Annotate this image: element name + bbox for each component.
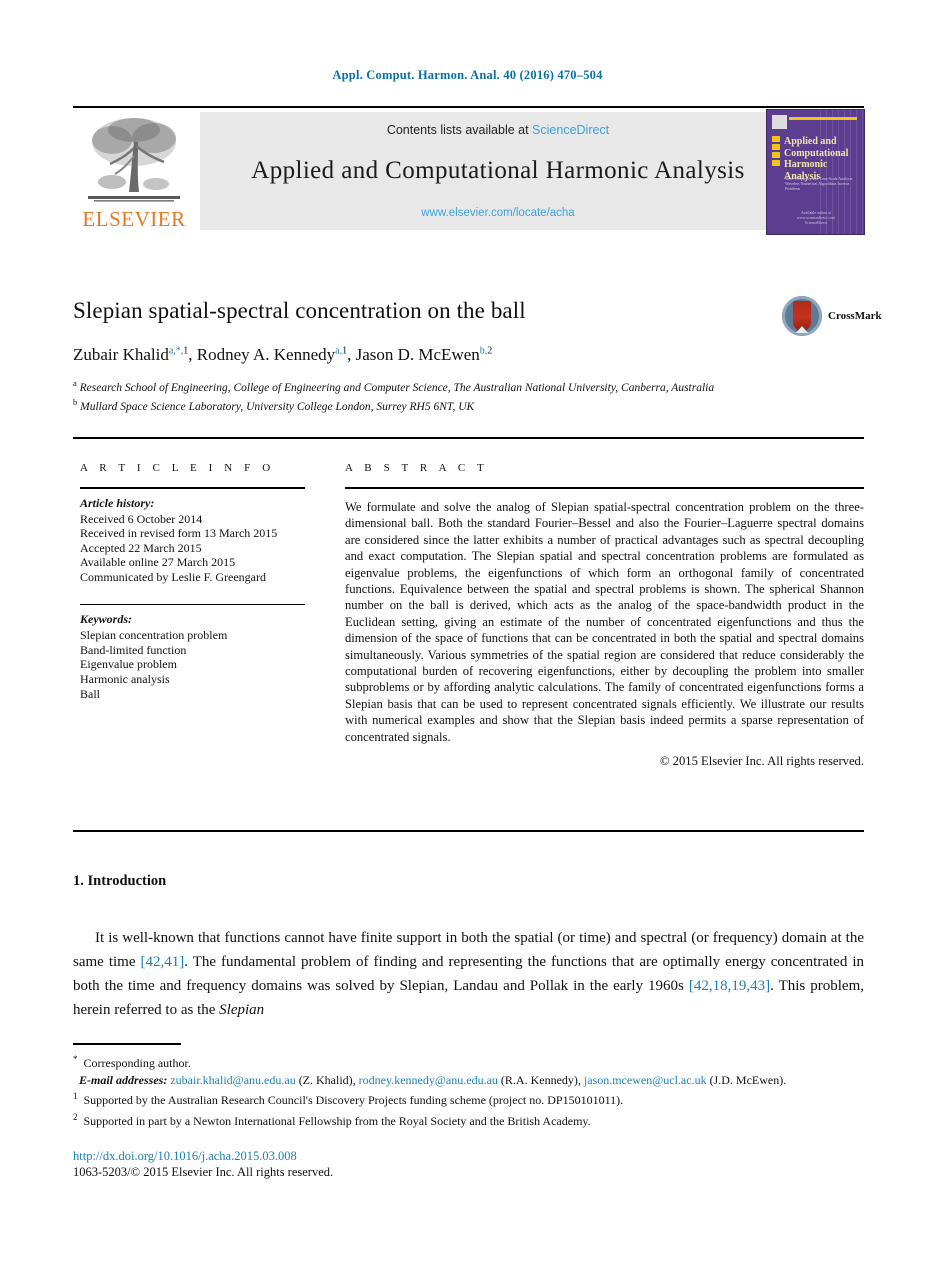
footnote-text: Supported by the Australian Research Cou… [83,1093,624,1108]
article-title-block: Slepian spatial-spectral concentration o… [73,297,864,415]
introduction-section: 1. Introduction It is well-known that fu… [73,873,864,1022]
masthead-top-rule [73,106,864,108]
history-item: Accepted 22 March 2015 [80,540,202,555]
elsevier-logo: ELSEVIER [78,110,190,234]
article-info-heading: A R T I C L E I N F O [80,462,275,474]
cover-side-blocks [772,136,780,176]
email-link[interactable]: jason.mcewen@ucl.ac.uk [584,1073,707,1087]
author-list: Zubair Khalida,*,1, Rodney A. Kennedya,1… [73,345,493,364]
article-info-column: A R T I C L E I N F O Article history: R… [80,462,305,701]
email-link[interactable]: zubair.khalid@anu.edu.au [170,1073,295,1087]
email-link[interactable]: rodney.kennedy@anu.edu.au [359,1073,498,1087]
history-item: Received in revised form 13 March 2015 [80,526,278,541]
footnote-mark: 1 [73,1091,78,1102]
keywords-block: Keywords: Slepian concentration problem … [80,603,305,702]
cover-elsevier-logo [772,115,787,129]
email-addresses-label: E-mail addresses: [79,1072,168,1087]
page-title: Slepian spatial-spectral concentration o… [73,298,526,323]
citation-link[interactable]: [42,18,19,43] [689,978,770,994]
abstract-rule [345,487,864,489]
footnote-emails: E-mail addresses: zubair.khalid@anu.edu.… [79,1072,787,1087]
author-name: Rodney A. Kennedy [196,345,336,364]
footnote-text: Supported in part by a Newton Internatio… [83,1113,591,1128]
footnote-funding-2: 2 Supported in part by a Newton Internat… [73,1110,864,1130]
introduction-paragraph: It is well-known that functions cannot h… [73,926,864,1022]
author-name: Jason D. McEwen [355,345,480,364]
info-section-top-rule [73,437,864,439]
affiliation-item: b Mullard Space Science Laboratory, Univ… [73,395,773,414]
cover-footer-text: Available online at www.sciencedirect.co… [796,210,836,225]
section-heading: 1. Introduction [73,873,167,889]
crossmark-badge[interactable]: CrossMark [782,296,882,340]
journal-cover-thumbnail: Applied and Computational Harmonic Analy… [766,109,865,235]
history-item: Received 6 October 2014 [80,511,203,526]
email-owner: (Z. Khalid) [298,1072,353,1087]
issn-copyright-line: 1063-5203/© 2015 Elsevier Inc. All right… [73,1165,334,1179]
footnote-mark: 2 [73,1111,78,1122]
keywords-label: Keywords: [80,612,132,627]
journal-homepage-link[interactable]: www.elsevier.com/locate/acha [200,207,796,219]
affiliation-text: Mullard Space Science Laboratory, Univer… [80,401,475,414]
journal-masthead: ELSEVIER Contents lists available at Sci… [73,106,865,235]
footnote-block: * Corresponding author. E-mail addresses… [73,1052,864,1130]
masthead-banner: Contents lists available at ScienceDirec… [200,112,796,230]
elsevier-wordmark: ELSEVIER [82,207,186,231]
journal-article-page: Appl. Comput. Harmon. Anal. 40 (2016) 47… [0,0,935,1266]
asterisk-icon: * [73,1054,78,1064]
colophon-block: http://dx.doi.org/10.1016/j.acha.2015.03… [73,1148,333,1180]
footnote-text: Corresponding author. [83,1056,191,1070]
keyword-item: Ball [80,686,100,701]
crossmark-icon [782,296,822,336]
cover-top-bar [789,117,857,120]
keywords-rule [80,603,305,606]
citation-link[interactable]: [42,41] [141,954,185,970]
sciencedirect-link[interactable]: ScienceDirect [532,123,609,137]
paragraph-emphasis: Slepian [219,1002,265,1018]
crossmark-notch-icon [796,326,808,333]
affiliation-mark: a [73,378,77,388]
history-item: Communicated by Leslie F. Greengard [80,569,266,584]
abstract-heading: A B S T R A C T [345,462,489,474]
footnote-funding-1: 1 Supported by the Australian Research C… [73,1089,864,1109]
contents-prefix: Contents lists available at [386,123,533,137]
email-owner: (R.A. Kennedy) [500,1072,578,1087]
crossmark-label: CrossMark [828,310,882,322]
affiliation-text: Research School of Engineering, College … [79,381,715,394]
author-name: Zubair Khalid [73,345,169,364]
affiliation-list: a Research School of Engineering, Colleg… [73,376,773,415]
keyword-item: Harmonic analysis [80,671,170,686]
email-owner: (J.D. McEwen) [709,1072,784,1087]
keyword-item: Band-limited function [80,642,187,657]
footnote-corresponding-author: * Corresponding author. [73,1052,864,1072]
contents-available-line: Contents lists available at ScienceDirec… [200,123,796,137]
affiliation-item: a Research School of Engineering, Colleg… [73,376,773,395]
keyword-item: Slepian concentration problem [80,628,228,643]
abstract-copyright: © 2015 Elsevier Inc. All rights reserved… [659,754,864,769]
journal-title: Applied and Computational Harmonic Analy… [251,157,745,184]
affiliation-mark: b [73,397,78,408]
keyword-item: Eigenvalue problem [80,657,177,672]
abstract-bottom-rule [73,830,864,832]
elsevier-tree-icon [82,112,186,208]
article-info-rule [80,487,305,489]
history-item: Available online 27 March 2015 [80,555,236,570]
author-affiliation-mark[interactable]: a,*, [169,345,183,356]
running-head: Appl. Comput. Harmon. Anal. 40 (2016) 47… [332,68,603,82]
abstract-text: We formulate and solve the analog of Sle… [345,500,864,744]
abstract-column: A B S T R A C T We formulate and solve t… [345,462,864,769]
article-history-label: Article history: [80,495,155,510]
doi-link[interactable]: http://dx.doi.org/10.1016/j.acha.2015.03… [73,1148,333,1164]
cover-subtitle: Time-Frequency and Time-Scale Analysis W… [785,176,853,191]
footnote-separator-rule [73,1043,181,1045]
